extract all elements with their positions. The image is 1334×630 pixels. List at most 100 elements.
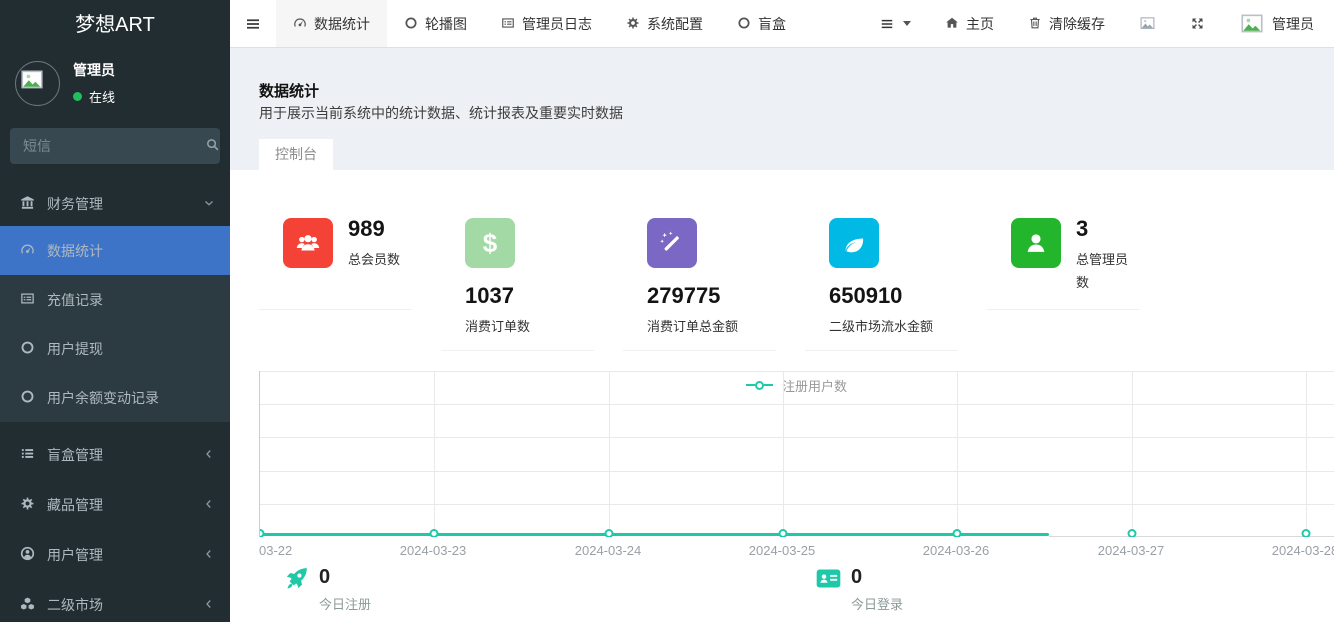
stats-row: 989 总会员数 $ 1037 消费订单数 279775 消费订单总金额 650… (259, 195, 1140, 351)
today-register-stat: 0 今日注册 (283, 565, 371, 613)
stat-value: 989 (348, 218, 412, 240)
today-login-stat: 0 今日登录 (815, 565, 903, 613)
nav-tab-label: 数据统计 (314, 14, 370, 34)
user-panel: 管理员 在线 (0, 50, 230, 114)
x-tick-label: 2024-03-27 (1098, 543, 1165, 558)
top-navbar: 数据统计 轮播图 管理员日志 系统配置 盲盒 主页 (230, 0, 1334, 48)
stat-label: 二级市场流水金额 (829, 316, 958, 339)
sidebar-toggle-button[interactable] (230, 0, 276, 47)
today-label: 今日登录 (851, 594, 903, 613)
sidebar-item-recharge-records[interactable]: 充值记录 (0, 275, 230, 324)
gear-icon (18, 496, 36, 513)
content-header: 数据统计 用于展示当前系统中的统计数据、统计报表及重要实时数据 控制台 (230, 48, 1334, 170)
chevron-left-icon (203, 448, 215, 462)
stat-label: 总会员数 (348, 249, 412, 272)
sidebar-item-collection-mgmt[interactable]: 藏品管理 (0, 480, 230, 530)
sidebar-item-user-withdraw[interactable]: 用户提现 (0, 324, 230, 373)
page-title: 数据统计 (259, 80, 319, 101)
user-name: 管理员 (73, 60, 115, 80)
circle-icon (737, 16, 751, 32)
chevron-left-icon (203, 548, 215, 562)
trash-icon (1028, 16, 1042, 32)
broken-image-icon (1239, 11, 1265, 37)
x-tick-label: 2024-03-24 (575, 543, 642, 558)
sidebar-search (10, 128, 220, 164)
search-input[interactable] (10, 128, 204, 164)
x-tick-label: 2024-03-28 (1272, 543, 1334, 558)
today-value: 0 (851, 567, 903, 587)
data-point-marker (1128, 529, 1137, 537)
tab-console[interactable]: 控制台 (259, 139, 333, 170)
sidebar-item-data-stats[interactable]: 数据统计 (0, 226, 230, 275)
nav-tab-label: 盲盒 (758, 14, 786, 34)
stat-card-admins: 3 总管理员数 (987, 195, 1140, 310)
nav-clear-cache-button[interactable]: 清除缓存 (1011, 0, 1122, 47)
x-tick-label: 2024-03-25 (749, 543, 816, 558)
nav-tab-system-config[interactable]: 系统配置 (609, 0, 720, 47)
tachometer-icon (18, 242, 36, 259)
data-point-marker (605, 529, 614, 537)
nav-lock-screen-button[interactable] (1122, 0, 1173, 47)
nav-tab-admin-log[interactable]: 管理员日志 (484, 0, 609, 47)
stat-label: 总管理员数 (1076, 249, 1140, 295)
online-status-dot (73, 92, 82, 101)
nav-home-button[interactable]: 主页 (928, 0, 1011, 47)
x-axis-line (1049, 536, 1334, 537)
sidebar-item-secondary-market[interactable]: 二级市场 (0, 580, 230, 630)
cubes-icon (18, 596, 36, 613)
search-button[interactable] (204, 128, 220, 164)
page-subtitle: 用于展示当前系统中的统计数据、统计报表及重要实时数据 (259, 103, 623, 123)
tachometer-icon (293, 16, 307, 32)
nav-tab-carousel[interactable]: 轮播图 (387, 0, 484, 47)
user-status: 在线 (89, 87, 115, 106)
avatar (15, 61, 60, 106)
chevron-down-icon (203, 197, 215, 211)
sidebar-item-label: 数据统计 (47, 241, 215, 261)
sidebar-item-user-mgmt[interactable]: 用户管理 (0, 530, 230, 580)
list-alt-icon (18, 291, 36, 308)
sidebar-item-label: 用户管理 (47, 545, 192, 565)
sidebar-item-blindbox-mgmt[interactable]: 盲盒管理 (0, 430, 230, 480)
sidebar-item-label: 盲盒管理 (47, 445, 192, 465)
address-card-icon (815, 565, 842, 613)
sidebar-item-label: 二级市场 (47, 595, 192, 615)
nav-tab-data-stats[interactable]: 数据统计 (276, 0, 387, 47)
search-icon (205, 137, 220, 152)
user-icon (1011, 218, 1061, 268)
nav-tab-label: 系统配置 (647, 14, 703, 34)
chevron-left-icon (203, 498, 215, 512)
data-point-marker (430, 529, 439, 537)
nav-fullscreen-button[interactable] (1173, 0, 1222, 47)
circle-icon (18, 389, 36, 406)
nav-home-label: 主页 (966, 14, 994, 34)
content-body: 989 总会员数 $ 1037 消费订单数 279775 消费订单总金额 650… (230, 170, 1334, 622)
nav-menu-dropdown[interactable] (863, 0, 928, 47)
stat-value: 3 (1076, 218, 1140, 240)
list-alt-icon (501, 16, 515, 32)
today-label: 今日注册 (319, 594, 371, 613)
sidebar-item-label: 藏品管理 (47, 495, 192, 515)
list-menu-icon (880, 17, 894, 31)
line-chart (259, 371, 1334, 537)
dollar-icon: $ (465, 218, 515, 268)
broken-image-icon (1139, 15, 1156, 32)
nav-tab-blindbox[interactable]: 盲盒 (720, 0, 803, 47)
users-icon (283, 218, 333, 268)
stat-label: 消费订单总金额 (647, 316, 776, 339)
data-point-marker (779, 529, 788, 537)
sidebar-item-finance[interactable]: 财务管理 (0, 182, 230, 226)
nav-admin-label: 管理员 (1272, 14, 1314, 34)
x-tick-label: 2024-03-26 (923, 543, 990, 558)
sidebar-item-label: 财务管理 (47, 194, 192, 214)
sidebar-item-label: 充值记录 (47, 290, 215, 310)
stat-value: 650910 (829, 285, 958, 307)
data-point-marker (1302, 529, 1311, 537)
chevron-left-icon (203, 598, 215, 612)
today-value: 0 (319, 567, 371, 587)
sidebar-item-balance-changes[interactable]: 用户余额变动记录 (0, 373, 230, 422)
nav-clear-cache-label: 清除缓存 (1049, 14, 1105, 34)
x-axis-labels: 2024-03-22 2024-03-23 2024-03-24 2024-03… (259, 543, 1334, 561)
nav-user-menu[interactable]: 管理员 (1222, 0, 1334, 47)
stat-card-members: 989 总会员数 (259, 195, 412, 310)
stat-label: 消费订单数 (465, 316, 594, 339)
